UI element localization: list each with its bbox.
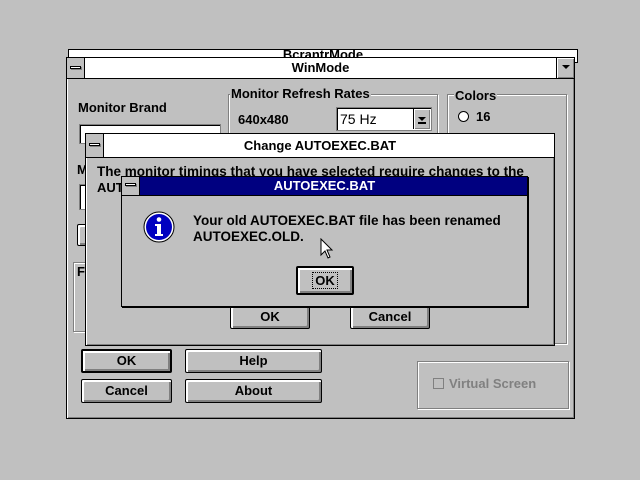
change-cancel-button[interactable]: Cancel [350,305,430,329]
resolution-label: 640x480 [238,112,289,127]
colors-16-radio[interactable] [458,111,469,122]
msgbox-ok-button[interactable]: OK [296,266,354,295]
system-menu-icon[interactable] [86,134,104,157]
help-button[interactable]: Help [185,349,322,373]
colors-group-label: Colors [454,88,498,103]
about-button[interactable]: About [185,379,322,403]
virtual-screen-label: Virtual Screen [449,376,537,391]
minimize-arrow-icon [561,65,570,69]
desktop: BcrantrMode WinMode Monitor Brand M F Mo… [0,0,640,480]
cancel-button[interactable]: Cancel [81,379,172,403]
msgbox-title: AUTOEXEC.BAT [273,178,376,193]
info-icon [143,211,175,243]
virtual-screen-checkbox[interactable] [433,378,444,389]
mouse-pointer-icon [320,238,334,259]
change-ok-button[interactable]: OK [230,305,310,329]
refresh-dropdown-button[interactable] [413,109,430,129]
change-message-line2: AUT [97,180,124,195]
monitor-brand-label: Monitor Brand [78,100,167,115]
minimize-button[interactable] [556,58,574,78]
f-label-fragment: F [77,264,85,279]
winmode-title: WinMode [291,60,350,75]
change-autoexec-title: Change AUTOEXEC.BAT [243,138,397,153]
ok-button[interactable]: OK [81,349,172,373]
system-menu-icon[interactable] [67,58,85,78]
msgbox-ok-label: OK [312,272,338,289]
colors-16-label: 16 [476,109,491,124]
down-arrow-icon [418,117,426,124]
refresh-rate-value: 75 Hz [340,111,377,127]
refresh-rates-group-label: Monitor Refresh Rates [230,86,371,101]
msgbox-line1: Your old AUTOEXEC.BAT file has been rena… [193,213,501,228]
change-autoexec-titlebar[interactable]: Change AUTOEXEC.BAT [86,134,554,158]
msgbox-titlebar[interactable]: AUTOEXEC.BAT [122,177,527,196]
winmode-titlebar[interactable]: WinMode [67,58,574,79]
system-menu-icon[interactable] [122,177,140,195]
refresh-rate-dropdown[interactable]: 75 Hz [336,107,432,131]
msgbox-line2: AUTOEXEC.OLD. [193,229,304,244]
